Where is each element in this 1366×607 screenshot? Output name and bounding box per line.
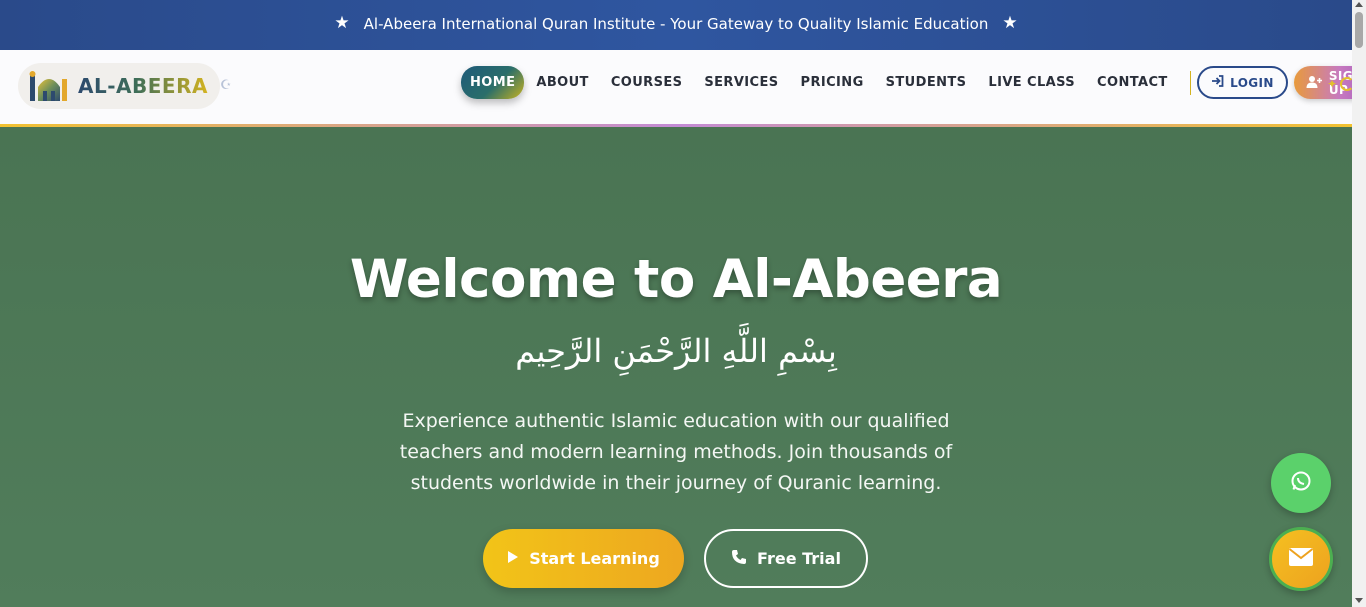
user-plus-icon	[1306, 75, 1323, 91]
nav-item-contact[interactable]: CONTACT	[1097, 75, 1168, 90]
nav-item-home[interactable]: HOME	[461, 66, 525, 99]
play-icon	[507, 549, 519, 568]
scroll-thumb[interactable]	[1355, 12, 1363, 48]
whatsapp-button[interactable]	[1271, 453, 1331, 513]
star-icon: ★	[1002, 13, 1018, 33]
login-button[interactable]: LOGIN	[1197, 66, 1288, 99]
nav-item-live-class[interactable]: LIVE CLASS	[988, 75, 1075, 90]
star-icon: ★	[334, 13, 350, 33]
hero-arabic-text: بِسْمِ اللَّهِ الرَّحْمَنِ الرَّحِيم	[515, 332, 837, 370]
brand-name: AL-ABEERA	[78, 74, 208, 98]
scroll-up-arrow-icon[interactable]	[1355, 2, 1363, 7]
envelope-icon	[1288, 547, 1314, 571]
nav-item-about[interactable]: ABOUT	[536, 75, 588, 90]
sparkle-icon: ✦	[1327, 77, 1338, 91]
nav-item-students[interactable]: STUDENTS	[886, 75, 967, 90]
hero-title: Welcome to Al-Abeera	[349, 249, 1003, 310]
phone-icon	[731, 549, 747, 569]
hero-description: Experience authentic Islamic education w…	[399, 410, 953, 494]
scroll-down-arrow-icon[interactable]	[1355, 598, 1363, 603]
whatsapp-icon	[1290, 470, 1312, 496]
free-trial-label: Free Trial	[757, 549, 841, 568]
nav-menu: HOME ABOUT COURSES SERVICES PRICING STUD…	[461, 66, 1366, 99]
nav-divider	[1189, 70, 1192, 95]
email-button[interactable]	[1269, 527, 1333, 591]
main-navbar: AL-ABEERA ☪ HOME ABOUT COURSES SERVICES …	[0, 47, 1366, 127]
free-trial-button[interactable]: Free Trial	[704, 529, 868, 588]
page-scrollbar[interactable]	[1352, 0, 1366, 607]
start-learning-button[interactable]: Start Learning	[483, 529, 684, 588]
announcement-bar: ★ Al-Abeera International Quran Institut…	[0, 0, 1352, 47]
mosque-icon	[28, 69, 70, 103]
hero-section: Welcome to Al-Abeera بِسْمِ اللَّهِ الرَ…	[0, 127, 1352, 607]
login-label: LOGIN	[1230, 75, 1274, 90]
announcement-text: Al-Abeera International Quran Institute …	[363, 14, 989, 33]
brand-logo[interactable]: AL-ABEERA	[18, 63, 220, 109]
nav-item-services[interactable]: SERVICES	[704, 75, 778, 90]
crescent-icon: ☪	[220, 78, 232, 93]
start-learning-label: Start Learning	[529, 549, 660, 568]
nav-item-pricing[interactable]: PRICING	[801, 75, 864, 90]
nav-item-courses[interactable]: COURSES	[611, 75, 683, 90]
sign-in-icon	[1211, 75, 1224, 90]
